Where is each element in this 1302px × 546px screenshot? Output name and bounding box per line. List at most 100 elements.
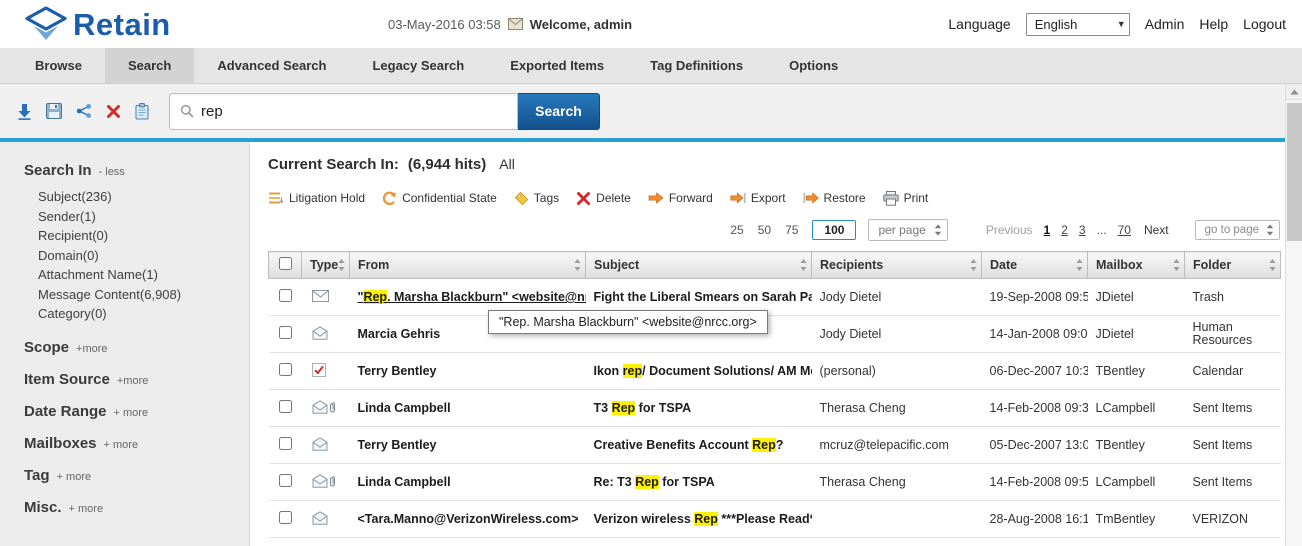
search-in-item[interactable]: Message Content(6,908) — [38, 285, 249, 305]
page-number-1[interactable]: 1 — [1044, 223, 1051, 237]
search-in-item[interactable]: Attachment Name(1) — [38, 265, 249, 285]
from-link[interactable]: "Rep. Marsha Blackburn" <website@nrcc.or — [358, 290, 586, 304]
section-toggle[interactable]: + more — [69, 503, 104, 515]
retain-logo[interactable]: Retain — [24, 6, 171, 42]
section-title[interactable]: Tag — [24, 467, 50, 484]
section-toggle[interactable]: - less — [99, 166, 125, 178]
page-ellipsis: ... — [1097, 223, 1107, 237]
page-number-3[interactable]: 3 — [1079, 223, 1086, 237]
download-search-button[interactable] — [15, 101, 34, 122]
sort-arrows-icon[interactable] — [574, 259, 581, 272]
search-in-item[interactable]: Subject(236) — [38, 187, 249, 207]
sort-arrows-icon[interactable] — [1269, 259, 1276, 272]
page-size-25[interactable]: 25 — [730, 223, 743, 237]
section-toggle[interactable]: +more — [117, 375, 149, 387]
row-checkbox[interactable] — [279, 289, 292, 302]
tab-options[interactable]: Options — [766, 48, 861, 83]
search-in-item[interactable]: Category(0) — [38, 304, 249, 324]
table-row[interactable]: Linda CampbellT3 Rep for TSPATherasa Che… — [269, 390, 1281, 427]
previous-button[interactable]: Previous — [986, 223, 1033, 237]
row-checkbox[interactable] — [279, 363, 292, 376]
page-size-100[interactable]: 100 — [812, 220, 856, 240]
save-search-button[interactable] — [44, 101, 64, 121]
tab-advanced-search[interactable]: Advanced Search — [194, 48, 349, 83]
all-link[interactable]: All — [499, 156, 515, 172]
search-field[interactable] — [169, 93, 518, 130]
stepper-arrows-icon[interactable] — [1266, 224, 1274, 236]
search-button[interactable]: Search — [518, 93, 600, 130]
scrollbar-thumb[interactable] — [1287, 103, 1302, 241]
page-number-2[interactable]: 2 — [1061, 223, 1068, 237]
tab-browse[interactable]: Browse — [12, 48, 105, 83]
scroll-up-button[interactable] — [1286, 84, 1302, 100]
tab-search[interactable]: Search — [105, 48, 194, 83]
sort-arrows-icon[interactable] — [1173, 259, 1180, 272]
action-restore[interactable]: Restore — [803, 191, 866, 205]
action-forward[interactable]: Forward — [648, 191, 713, 205]
tab-legacy-search[interactable]: Legacy Search — [349, 48, 487, 83]
row-checkbox[interactable] — [279, 400, 292, 413]
admin-link[interactable]: Admin — [1145, 16, 1185, 32]
row-checkbox[interactable] — [279, 326, 292, 339]
action-export[interactable]: Export — [730, 191, 786, 205]
help-link[interactable]: Help — [1199, 16, 1228, 32]
sort-arrows-icon[interactable] — [338, 259, 345, 272]
table-row[interactable]: c0neve01Stage 5 Rep - Wikipedia, the fre… — [269, 538, 1281, 546]
row-checkbox[interactable] — [279, 474, 292, 487]
saved-searches-button[interactable] — [133, 101, 151, 122]
tab-exported-items[interactable]: Exported Items — [487, 48, 627, 83]
sort-arrows-icon[interactable] — [1076, 259, 1083, 272]
next-button[interactable]: Next — [1144, 223, 1169, 237]
select-all-checkbox[interactable] — [279, 257, 292, 270]
section-toggle[interactable]: +more — [76, 343, 108, 355]
action-litigation-hold[interactable]: Litigation Hold — [268, 191, 365, 206]
section-title[interactable]: Misc. — [24, 499, 62, 516]
column-header-mailbox[interactable]: Mailbox — [1088, 252, 1185, 279]
table-row[interactable]: Marcia GehrisJody Dietel14-Jan-2008 09:0… — [269, 316, 1281, 353]
subject-cell: Ikon rep/ Document Solutions/ AM Meeting — [586, 353, 812, 390]
vertical-scrollbar[interactable] — [1285, 84, 1302, 546]
column-header-subject[interactable]: Subject — [586, 252, 812, 279]
logout-link[interactable]: Logout — [1243, 16, 1286, 32]
column-header-from[interactable]: From — [350, 252, 586, 279]
section-toggle[interactable]: + more — [114, 407, 149, 419]
section-title[interactable]: Date Range — [24, 403, 107, 420]
page-number-70[interactable]: 70 — [1118, 223, 1131, 237]
tab-tag-definitions[interactable]: Tag Definitions — [627, 48, 766, 83]
search-in-item[interactable]: Recipient(0) — [38, 226, 249, 246]
section-toggle[interactable]: + more — [104, 439, 139, 451]
language-select[interactable]: English ▼ — [1026, 13, 1130, 36]
search-in-item[interactable]: Domain(0) — [38, 246, 249, 266]
section-toggle[interactable]: + more — [57, 471, 92, 483]
column-header-type[interactable]: Type — [302, 252, 350, 279]
goto-page-box[interactable]: go to page — [1195, 220, 1280, 240]
section-title[interactable]: Mailboxes — [24, 435, 97, 452]
column-header-folder[interactable]: Folder — [1185, 252, 1281, 279]
section-title[interactable]: Search In — [24, 162, 92, 179]
page-size-75[interactable]: 75 — [785, 223, 798, 237]
action-confidential-state[interactable]: Confidential State — [382, 191, 497, 206]
row-checkbox[interactable] — [279, 511, 292, 524]
per-page-control[interactable]: per page — [868, 219, 947, 241]
share-search-button[interactable] — [74, 101, 94, 121]
section-title[interactable]: Scope — [24, 339, 69, 356]
column-header-date[interactable]: Date — [982, 252, 1088, 279]
table-row[interactable]: <Tara.Manno@VerizonWireless.com>Verizon … — [269, 501, 1281, 538]
table-row[interactable]: Linda CampbellRe: T3 Rep for TSPATherasa… — [269, 464, 1281, 501]
stepper-arrows-icon[interactable] — [934, 224, 942, 236]
page-size-50[interactable]: 50 — [758, 223, 771, 237]
action-print[interactable]: Print — [883, 191, 929, 206]
search-input[interactable] — [201, 103, 507, 120]
table-row[interactable]: Terry BentleyCreative Benefits Account R… — [269, 427, 1281, 464]
column-header-recipients[interactable]: Recipients — [812, 252, 982, 279]
action-tags[interactable]: Tags — [514, 191, 559, 206]
search-in-item[interactable]: Sender(1) — [38, 207, 249, 227]
sort-arrows-icon[interactable] — [970, 259, 977, 272]
delete-search-button[interactable] — [104, 102, 123, 121]
table-row[interactable]: "Rep. Marsha Blackburn" <website@nrcc.or… — [269, 279, 1281, 316]
section-title[interactable]: Item Source — [24, 371, 110, 388]
sort-arrows-icon[interactable] — [800, 259, 807, 272]
action-delete[interactable]: Delete — [576, 191, 631, 206]
row-checkbox[interactable] — [279, 437, 292, 450]
table-row[interactable]: Terry BentleyIkon rep/ Document Solution… — [269, 353, 1281, 390]
